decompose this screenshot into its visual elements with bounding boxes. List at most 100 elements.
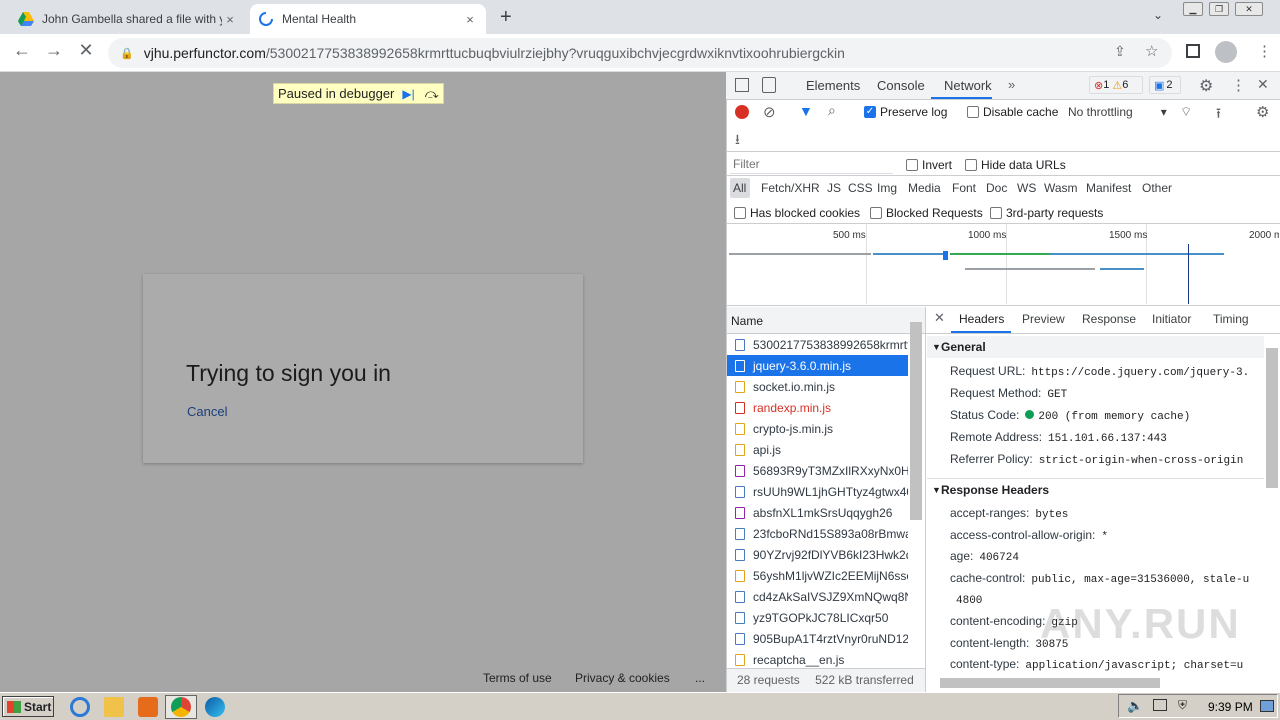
- privacy-link[interactable]: Privacy & cookies: [575, 671, 670, 685]
- menu-kebab-icon[interactable]: ⋮: [1257, 42, 1272, 60]
- shield-icon[interactable]: ⛨: [1178, 698, 1187, 713]
- tab-network[interactable]: Network: [944, 78, 992, 93]
- type-js[interactable]: JS: [827, 181, 841, 195]
- request-row[interactable]: cd4zAkSaIVSJZ9XmNQwq8Ni: [727, 586, 908, 607]
- type-all[interactable]: All: [733, 181, 746, 195]
- step-over-icon[interactable]: ⤼: [425, 86, 439, 102]
- terms-link[interactable]: Terms of use: [483, 671, 552, 685]
- filter-input[interactable]: [730, 155, 893, 174]
- close-detail-icon[interactable]: ✕: [934, 310, 945, 326]
- show-desktop-icon[interactable]: [1260, 700, 1274, 712]
- type-manifest[interactable]: Manifest: [1086, 181, 1131, 195]
- internet-explorer-icon[interactable]: [70, 697, 90, 717]
- request-row[interactable]: absfnXL1mkSrsUqqygh26: [727, 502, 908, 523]
- type-css[interactable]: CSS: [848, 181, 873, 195]
- share-icon[interactable]: ⇪: [1114, 43, 1126, 60]
- detail-horizontal-scrollbar[interactable]: [940, 678, 1160, 688]
- issues-badge[interactable]: ⊗ 1 ⚠ 6: [1089, 76, 1143, 94]
- start-button[interactable]: Start: [2, 696, 54, 717]
- tab-elements[interactable]: Elements: [806, 78, 860, 93]
- tab-timing[interactable]: Timing: [1213, 312, 1249, 326]
- tab-google-drive[interactable]: John Gambella shared a file with you ×: [10, 4, 246, 34]
- messages-badge[interactable]: ▣ 2: [1149, 76, 1181, 94]
- blocked-requests-checkbox[interactable]: Blocked Requests: [870, 206, 983, 220]
- tab-mental-health[interactable]: Mental Health ×: [250, 4, 486, 34]
- request-row[interactable]: crypto-js.min.js: [727, 418, 908, 439]
- request-list-scrollbar[interactable]: [910, 322, 922, 520]
- resume-icon[interactable]: ▶|: [402, 87, 414, 101]
- tab-title: Mental Health: [282, 12, 357, 26]
- type-ws[interactable]: WS: [1017, 181, 1036, 195]
- response-headers-section[interactable]: ▼ Response Headers: [927, 478, 1264, 500]
- script-file-icon: [735, 422, 745, 435]
- tab-console[interactable]: Console: [877, 78, 925, 93]
- has-blocked-cookies-checkbox[interactable]: Has blocked cookies: [734, 206, 860, 220]
- record-icon[interactable]: [735, 105, 749, 119]
- hide-data-urls-checkbox[interactable]: Hide data URLs: [965, 158, 1066, 172]
- invert-checkbox[interactable]: Invert: [906, 158, 952, 172]
- network-icon[interactable]: [1153, 699, 1167, 711]
- devtools-close-icon[interactable]: ✕: [1257, 76, 1269, 93]
- more-tabs-chevron-icon[interactable]: »: [1008, 77, 1015, 92]
- inspect-element-icon[interactable]: [735, 78, 749, 92]
- request-row[interactable]: 90YZrvj92fDlYVB6kI23Hwk2d: [727, 544, 908, 565]
- tab-response[interactable]: Response: [1082, 312, 1136, 326]
- window-close-button[interactable]: ✕: [1235, 2, 1263, 16]
- type-media[interactable]: Media: [908, 181, 941, 195]
- import-har-icon[interactable]: ⭱: [1216, 103, 1221, 127]
- request-row[interactable]: 23fcboRNd15S893a08rBmwa: [727, 523, 908, 544]
- disable-cache-checkbox[interactable]: Disable cache: [967, 105, 1058, 119]
- request-row[interactable]: 5300217753838992658krmrtt: [727, 334, 908, 355]
- clear-icon[interactable]: ⊘: [763, 103, 776, 121]
- type-doc[interactable]: Doc: [986, 181, 1007, 195]
- preserve-log-checkbox[interactable]: ✓ Preserve log: [864, 105, 947, 119]
- settings-gear-icon[interactable]: ⚙: [1199, 76, 1213, 96]
- file-explorer-icon[interactable]: [104, 697, 124, 717]
- third-party-checkbox[interactable]: 3rd-party requests: [990, 206, 1103, 220]
- request-row[interactable]: 56yshM1ljvWZIc2EEMijN6sso: [727, 565, 908, 586]
- edge-icon[interactable]: [205, 697, 225, 717]
- tab-search-chevron-icon[interactable]: ⌄: [1153, 8, 1163, 22]
- volume-icon[interactable]: 🔈: [1127, 698, 1143, 714]
- request-row[interactable]: 56893R9yT3MZxIlRXxyNx0HB: [727, 460, 908, 481]
- throttling-select[interactable]: No throttling ▾: [1068, 105, 1167, 119]
- request-row[interactable]: 905BupA1T4rztVnyr0ruND12: [727, 628, 908, 649]
- cancel-link[interactable]: Cancel: [187, 404, 227, 419]
- search-icon[interactable]: ⌕: [828, 102, 836, 119]
- type-img[interactable]: Img: [877, 181, 897, 195]
- network-settings-icon[interactable]: ⚙: [1256, 103, 1269, 121]
- request-row[interactable]: socket.io.min.js: [727, 376, 908, 397]
- request-row[interactable]: api.js: [727, 439, 908, 460]
- type-fetch-xhr[interactable]: Fetch/XHR: [761, 181, 820, 195]
- network-conditions-icon[interactable]: ⌔: [1180, 104, 1192, 120]
- device-toolbar-icon[interactable]: [762, 77, 776, 93]
- request-row[interactable]: randexp.min.js: [727, 397, 908, 418]
- request-row[interactable]: recaptcha__en.js: [727, 649, 908, 670]
- media-player-icon[interactable]: [138, 697, 158, 717]
- restore-button[interactable]: ❐: [1209, 2, 1229, 16]
- type-wasm[interactable]: Wasm: [1044, 181, 1078, 195]
- name-column-header[interactable]: Name: [727, 307, 925, 334]
- footer-more-link[interactable]: ...: [695, 671, 705, 685]
- filter-funnel-icon[interactable]: ▼: [799, 103, 813, 119]
- type-font[interactable]: Font: [952, 181, 976, 195]
- detail-scrollbar[interactable]: [1266, 348, 1278, 488]
- profile-avatar[interactable]: [1215, 41, 1237, 63]
- request-row[interactable]: rsUUh9WL1jhGHTtyz4gtwx40: [727, 481, 908, 502]
- bookmark-star-icon[interactable]: ☆: [1145, 42, 1158, 60]
- export-har-icon[interactable]: ⭳: [735, 129, 740, 153]
- request-row[interactable]: yz9TGOPkJC78LICxqr50: [727, 607, 908, 628]
- address-bar[interactable]: 🔒 vjhu.perfunctor.com /53002177538389926…: [108, 38, 1172, 68]
- side-panel-icon[interactable]: [1186, 44, 1200, 58]
- devtools-menu-icon[interactable]: ⋮: [1231, 76, 1246, 94]
- tab-preview[interactable]: Preview: [1022, 312, 1065, 326]
- request-row[interactable]: jquery-3.6.0.min.js: [727, 355, 908, 376]
- new-tab-button[interactable]: +: [500, 6, 512, 29]
- tab-headers[interactable]: Headers: [959, 312, 1004, 326]
- tab-close-button[interactable]: ×: [222, 12, 238, 27]
- tab-close-button[interactable]: ×: [462, 12, 478, 27]
- tab-initiator[interactable]: Initiator: [1152, 312, 1191, 326]
- general-section-header[interactable]: ▼ General: [927, 336, 1264, 358]
- type-other[interactable]: Other: [1142, 181, 1172, 195]
- minimize-button[interactable]: ▁: [1183, 2, 1203, 16]
